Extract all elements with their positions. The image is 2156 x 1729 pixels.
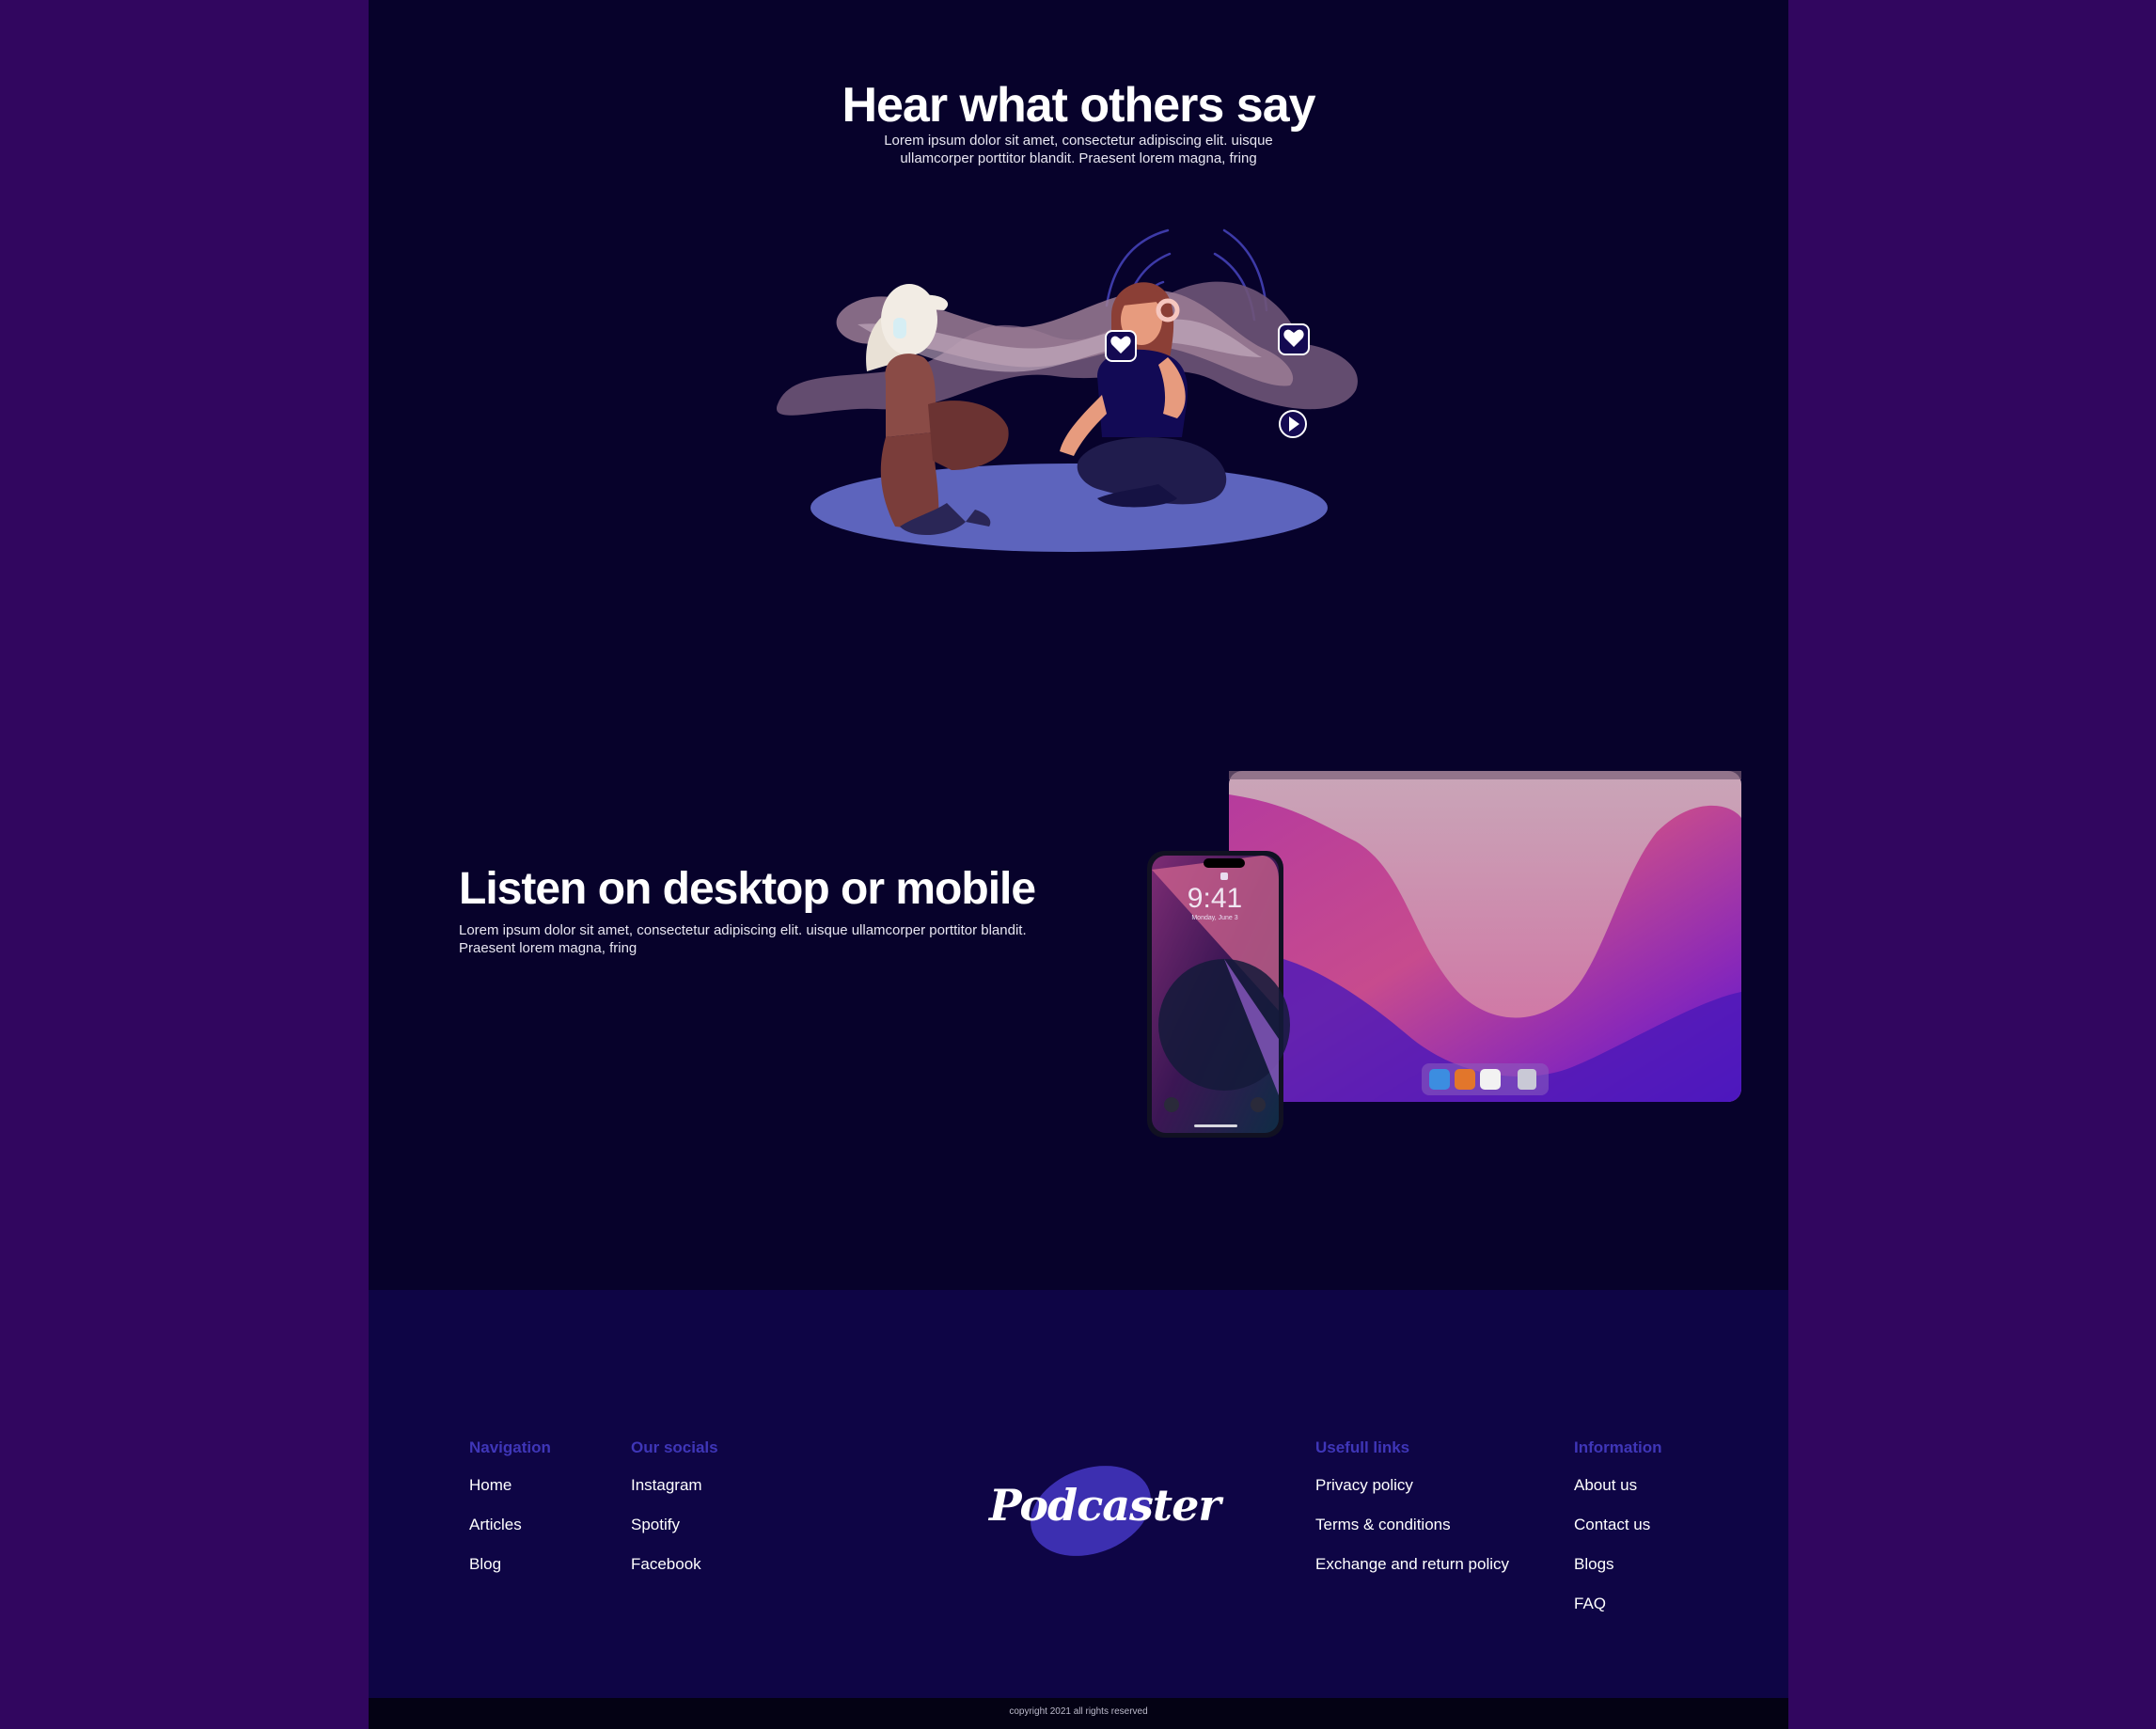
phone-date: Monday, June 3: [1191, 915, 1237, 921]
footer-link-about[interactable]: About us: [1574, 1476, 1662, 1495]
devices-title: Listen on desktop or mobile: [459, 864, 1036, 914]
footer-link-facebook[interactable]: Facebook: [631, 1555, 718, 1574]
devices-mockup: 9:41 Monday, June 3: [1147, 771, 1741, 1138]
copyright: copyright 2021 all rights reserved: [369, 1698, 1788, 1729]
footer-link-exchange[interactable]: Exchange and return policy: [1315, 1555, 1509, 1574]
devices-subtitle: Lorem ipsum dolor sit amet, consectetur …: [459, 922, 1027, 956]
logo-text: Podcaster: [989, 1480, 1221, 1531]
footer-navigation-heading: Navigation: [469, 1438, 551, 1456]
footer-socials-heading: Our socials: [631, 1438, 718, 1456]
footer-logo[interactable]: Podcaster: [989, 1450, 1221, 1572]
camera-icon: [1251, 1097, 1266, 1112]
lock-icon: [1220, 872, 1228, 880]
footer-link-contact[interactable]: Contact us: [1574, 1516, 1662, 1534]
phone-time: 9:41: [1188, 883, 1242, 914]
footer-link-privacy[interactable]: Privacy policy: [1315, 1476, 1509, 1495]
footer-link-faq[interactable]: FAQ: [1574, 1595, 1662, 1613]
footer: Navigation Home Articles Blog Our social…: [369, 1290, 1788, 1698]
footer-socials: Our socials Instagram Spotify Facebook: [631, 1438, 718, 1595]
flashlight-icon: [1164, 1097, 1179, 1112]
footer-link-spotify[interactable]: Spotify: [631, 1516, 718, 1534]
footer-link-home[interactable]: Home: [469, 1476, 551, 1495]
footer-useful-links: Usefull links Privacy policy Terms & con…: [1315, 1438, 1509, 1595]
footer-useful-heading: Usefull links: [1315, 1438, 1410, 1456]
footer-information-heading: Information: [1574, 1438, 1662, 1456]
footer-link-terms[interactable]: Terms & conditions: [1315, 1516, 1509, 1534]
testimonials-title: Hear what others say: [842, 78, 1315, 133]
listeners-illustration: [776, 228, 1358, 552]
footer-link-blogs[interactable]: Blogs: [1574, 1555, 1662, 1574]
footer-link-instagram[interactable]: Instagram: [631, 1476, 718, 1495]
testimonials-subtitle: Lorem ipsum dolor sit amet, consectetur …: [884, 133, 1273, 166]
footer-navigation: Navigation Home Articles Blog: [469, 1438, 551, 1595]
page: Hear what others say Lorem ipsum dolor s…: [369, 0, 1788, 1729]
footer-information: Information About us Contact us Blogs FA…: [1574, 1438, 1662, 1634]
footer-link-articles[interactable]: Articles: [469, 1516, 551, 1534]
footer-link-blog[interactable]: Blog: [469, 1555, 551, 1574]
